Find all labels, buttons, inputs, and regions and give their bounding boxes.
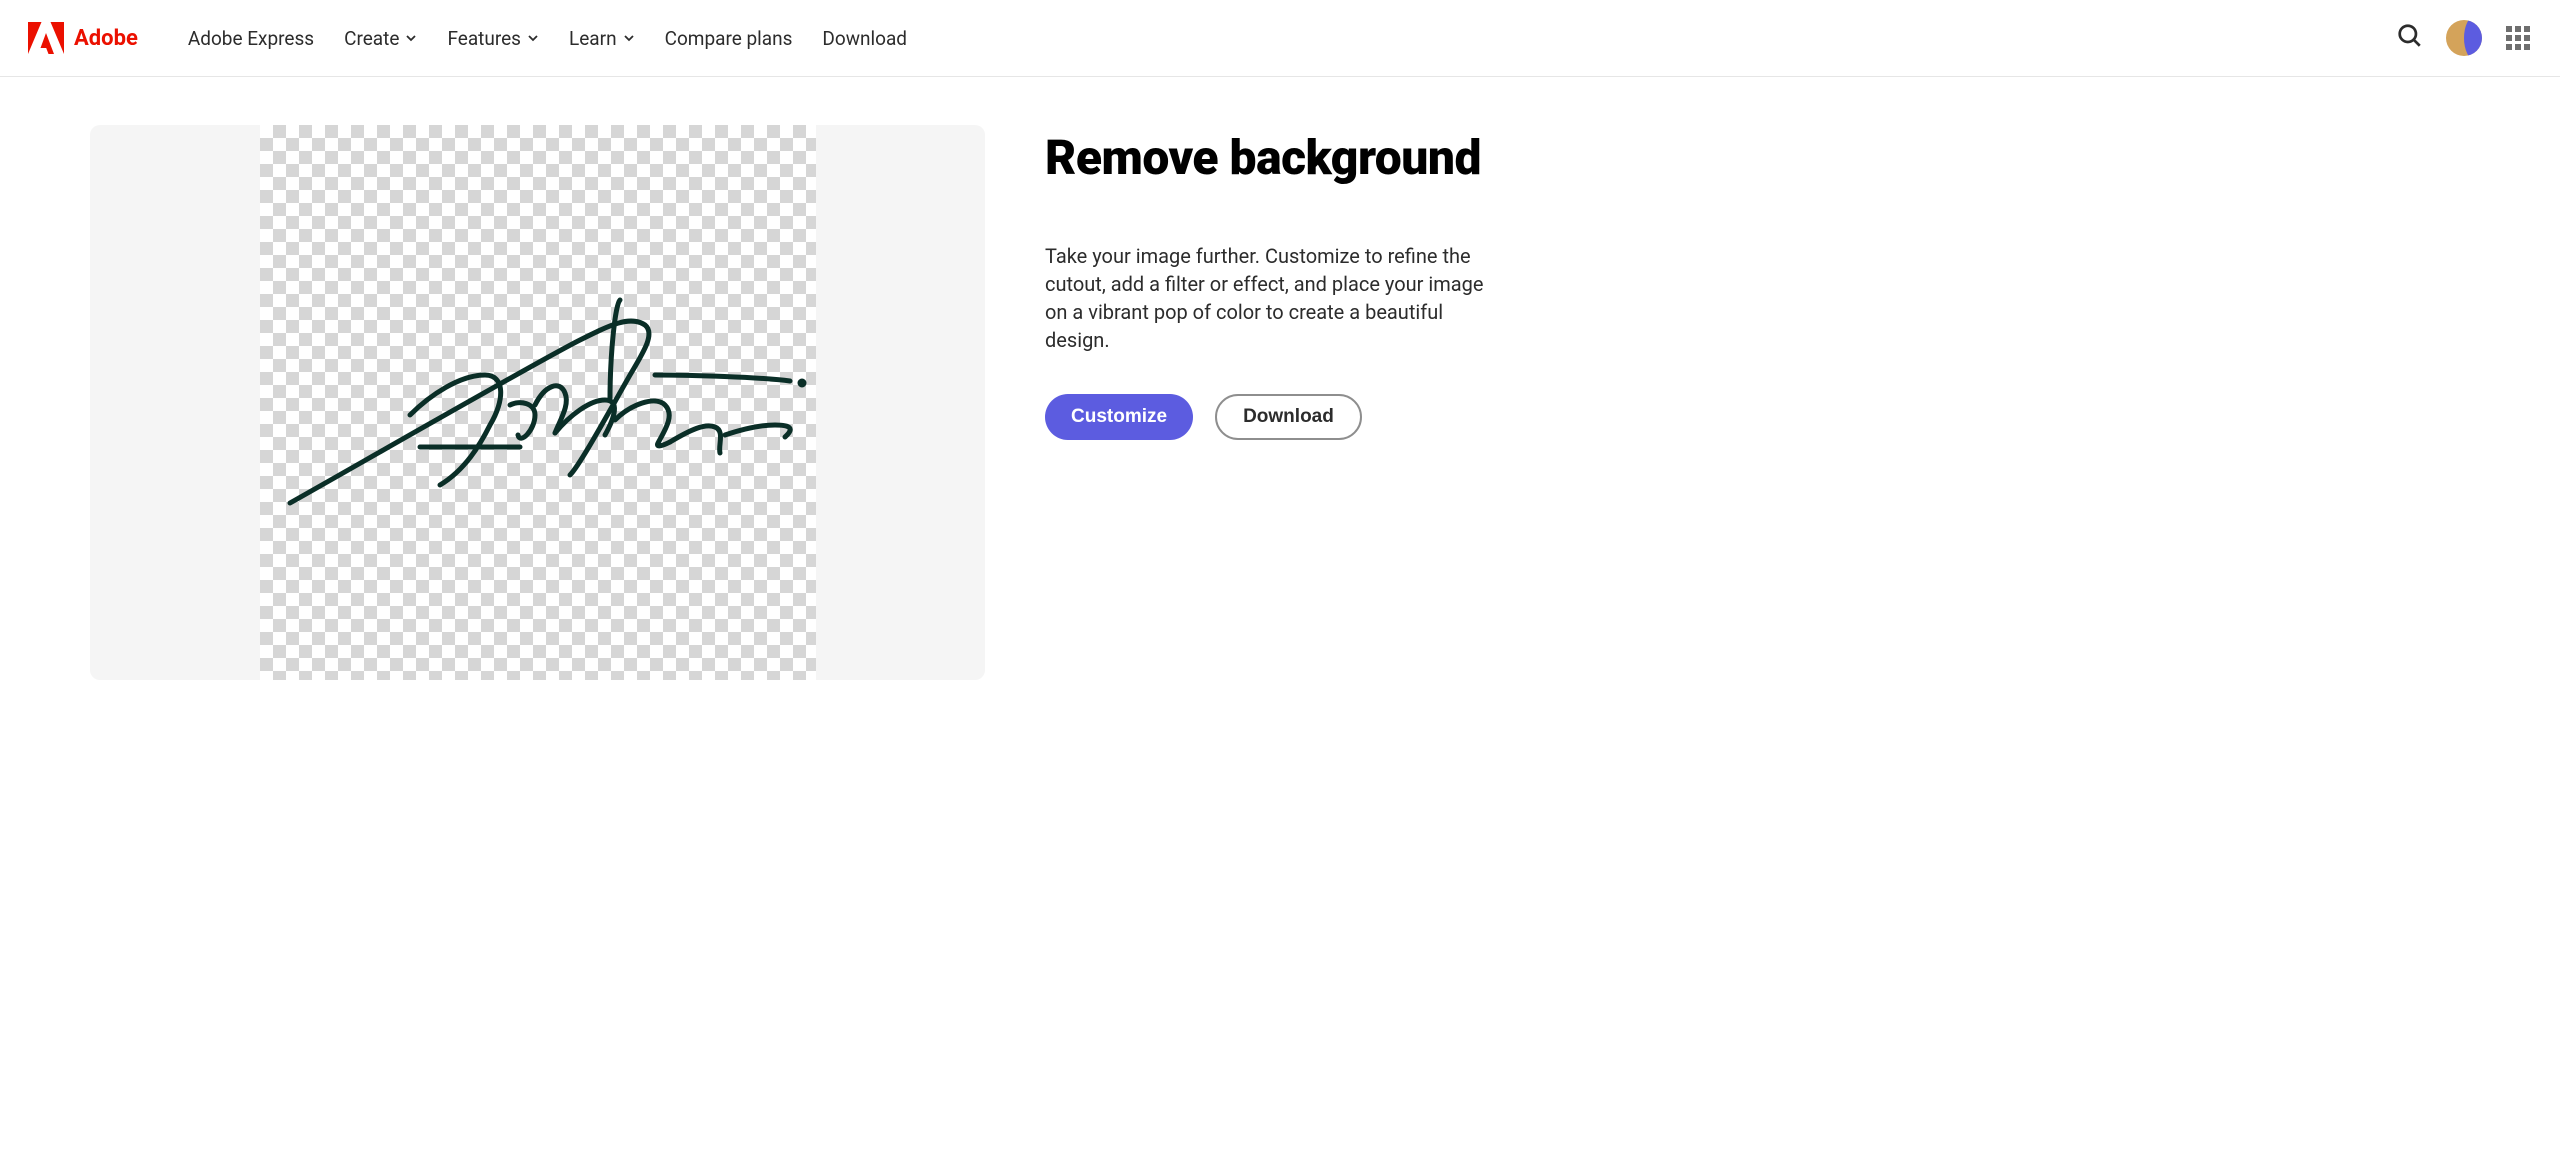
nav-label: Learn <box>569 27 617 50</box>
content-panel: Remove background Take your image furthe… <box>1045 125 2500 440</box>
action-buttons: Customize Download <box>1045 394 2500 440</box>
header: Adobe Adobe Express Create Features Lear… <box>0 0 2560 77</box>
main-content: Remove background Take your image furthe… <box>0 77 2560 680</box>
image-preview-panel <box>90 125 985 680</box>
page-title: Remove background <box>1045 129 2500 186</box>
customize-button[interactable]: Customize <box>1045 394 1193 440</box>
page-description: Take your image further. Customize to re… <box>1045 242 1500 354</box>
nav-features[interactable]: Features <box>447 27 539 50</box>
chevron-down-icon <box>405 32 417 44</box>
nav-compare-plans[interactable]: Compare plans <box>665 27 793 50</box>
nav-learn[interactable]: Learn <box>569 27 635 50</box>
search-icon <box>2397 23 2423 53</box>
app-switcher-button[interactable] <box>2504 24 2532 52</box>
nav-create[interactable]: Create <box>344 27 417 50</box>
chevron-down-icon <box>623 32 635 44</box>
nav-label: Adobe Express <box>188 27 314 50</box>
nav-label: Features <box>447 27 521 50</box>
nav-download[interactable]: Download <box>822 27 907 50</box>
main-nav: Adobe Express Create Features Learn Comp… <box>188 27 907 50</box>
chevron-down-icon <box>527 32 539 44</box>
transparent-background <box>260 125 816 680</box>
download-button[interactable]: Download <box>1215 394 1362 440</box>
avatar[interactable] <box>2446 20 2482 56</box>
nav-adobe-express[interactable]: Adobe Express <box>188 27 314 50</box>
brand-name: Adobe <box>74 26 138 51</box>
header-actions <box>2396 20 2532 56</box>
nav-label: Compare plans <box>665 27 793 50</box>
signature-image <box>260 125 816 680</box>
nav-label: Create <box>344 27 399 50</box>
nav-label: Download <box>822 27 907 50</box>
apps-grid-icon <box>2506 26 2530 50</box>
adobe-logo-icon <box>28 22 64 54</box>
logo-area[interactable]: Adobe <box>28 22 138 54</box>
search-button[interactable] <box>2396 24 2424 52</box>
